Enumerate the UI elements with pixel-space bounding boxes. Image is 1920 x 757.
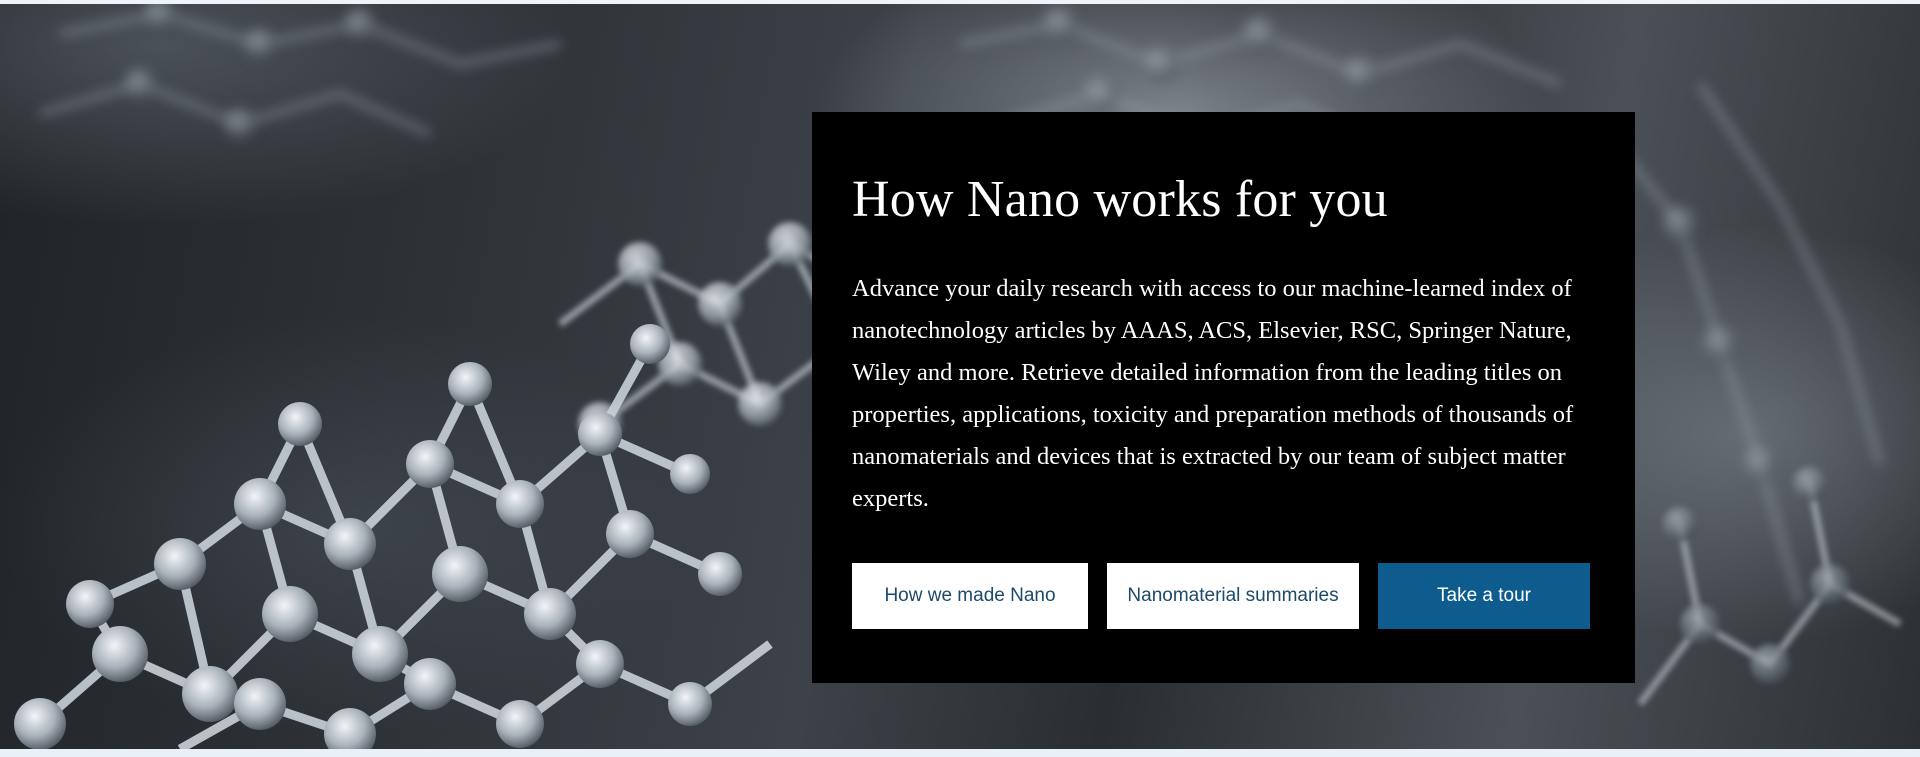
button-row: How we made Nano Nanomaterial summaries …	[852, 563, 1590, 629]
hero-banner: How Nano works for you Advance your dail…	[0, 4, 1920, 749]
nanomaterial-summaries-button[interactable]: Nanomaterial summaries	[1107, 563, 1359, 629]
info-panel: How Nano works for you Advance your dail…	[812, 112, 1635, 683]
panel-description: Advance your daily research with access …	[852, 275, 1574, 512]
bottom-divider	[0, 749, 1920, 757]
take-a-tour-button[interactable]: Take a tour	[1378, 563, 1590, 629]
how-we-made-nano-button[interactable]: How we made Nano	[852, 563, 1088, 629]
panel-title: How Nano works for you	[852, 171, 1388, 228]
